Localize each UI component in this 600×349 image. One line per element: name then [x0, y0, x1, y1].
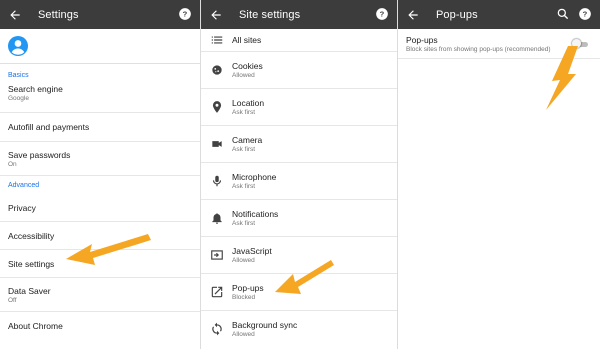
site-settings-item-notifications[interactable]: Notifications Ask first — [201, 200, 397, 237]
site-settings-app-bar: Site settings ? — [201, 0, 397, 29]
section-header-advanced: Advanced — [8, 181, 40, 189]
search-icon[interactable] — [556, 7, 570, 21]
settings-app-bar: Settings ? — [0, 0, 200, 29]
item-title: Data Saver — [8, 286, 51, 296]
settings-item-privacy[interactable]: Privacy — [0, 194, 200, 222]
back-arrow-icon[interactable] — [8, 8, 22, 22]
item-title: Location — [232, 98, 265, 108]
item-title: Autofill and payments — [8, 122, 90, 132]
item-title: Background sync — [232, 320, 298, 330]
item-title: Privacy — [8, 202, 36, 213]
site-settings-item-microphone[interactable]: Microphone Ask first — [201, 163, 397, 200]
svg-text:?: ? — [183, 10, 188, 19]
item-subtitle: Blocked — [232, 294, 256, 301]
back-arrow-icon[interactable] — [209, 8, 223, 22]
settings-item-search-engine[interactable]: Search engine Google — [0, 84, 200, 113]
item-subtitle: Ask first — [232, 146, 256, 153]
pointer-arrow-icon — [66, 234, 151, 265]
section-header-basics: Basics — [8, 71, 29, 79]
item-subtitle: Off — [8, 297, 17, 304]
item-subtitle: Allowed — [232, 257, 255, 264]
camera-icon — [201, 137, 232, 151]
item-subtitle: Allowed — [232, 331, 255, 338]
settings-item-save-passwords[interactable]: Save passwords On — [0, 142, 200, 176]
open-in-new-icon — [201, 285, 232, 299]
site-settings-item-all-sites[interactable]: All sites — [201, 29, 397, 52]
item-subtitle: On — [8, 161, 17, 168]
item-subtitle: Allowed — [232, 72, 255, 79]
item-title: JavaScript — [232, 246, 272, 256]
javascript-icon — [201, 248, 232, 262]
item-title: Accessibility — [8, 230, 55, 241]
site-settings-item-location[interactable]: Location Ask first — [201, 89, 397, 126]
sync-icon — [201, 322, 232, 336]
pointer-arrow-icon — [546, 46, 578, 110]
back-arrow-icon[interactable] — [406, 8, 420, 22]
help-icon[interactable]: ? — [375, 7, 389, 21]
account-row[interactable] — [0, 29, 200, 64]
popups-app-bar: Pop-ups ? — [398, 0, 600, 29]
popups-screen: Pop-ups ? Pop-ups Block sites from showi… — [398, 0, 600, 349]
item-subtitle: Ask first — [232, 183, 256, 190]
bell-icon — [201, 211, 232, 225]
avatar-icon — [8, 36, 28, 56]
item-title: Save passwords — [8, 150, 71, 160]
help-icon[interactable]: ? — [578, 7, 592, 21]
help-icon[interactable]: ? — [178, 7, 192, 21]
item-title: All sites — [232, 35, 262, 45]
settings-screen: Settings ? Basics Search engine Google A… — [0, 0, 200, 349]
item-subtitle: Ask first — [232, 109, 256, 116]
svg-text:?: ? — [380, 10, 385, 19]
page-title: Pop-ups — [436, 8, 478, 21]
item-title: Camera — [232, 135, 263, 145]
item-subtitle: Ask first — [232, 220, 256, 227]
settings-item-data-saver[interactable]: Data Saver Off — [0, 278, 200, 312]
microphone-icon — [201, 174, 232, 188]
pointer-arrow-icon — [275, 260, 334, 294]
item-title: About Chrome — [8, 321, 63, 331]
location-pin-icon — [201, 100, 232, 114]
page-title: Settings — [38, 8, 79, 21]
site-settings-item-camera[interactable]: Camera Ask first — [201, 126, 397, 163]
settings-item-autofill[interactable]: Autofill and payments — [0, 113, 200, 142]
item-title: Notifications — [232, 209, 279, 219]
site-settings-screen: Site settings ? All sites Cookies Allowe… — [201, 0, 397, 349]
site-settings-item-background-sync[interactable]: Background sync Allowed — [201, 311, 397, 347]
cookie-icon — [201, 63, 232, 77]
settings-item-about-chrome[interactable]: About Chrome — [0, 312, 200, 340]
item-title: Microphone — [232, 172, 277, 182]
page-title: Site settings — [239, 8, 301, 21]
item-title: Site settings — [8, 258, 55, 269]
item-title: Pop-ups — [232, 283, 264, 293]
site-settings-item-cookies[interactable]: Cookies Allowed — [201, 52, 397, 89]
item-title: Cookies — [232, 61, 263, 71]
item-title: Search engine — [8, 84, 63, 94]
item-subtitle: Google — [8, 95, 29, 102]
list-icon — [201, 33, 232, 47]
svg-text:?: ? — [583, 10, 588, 19]
